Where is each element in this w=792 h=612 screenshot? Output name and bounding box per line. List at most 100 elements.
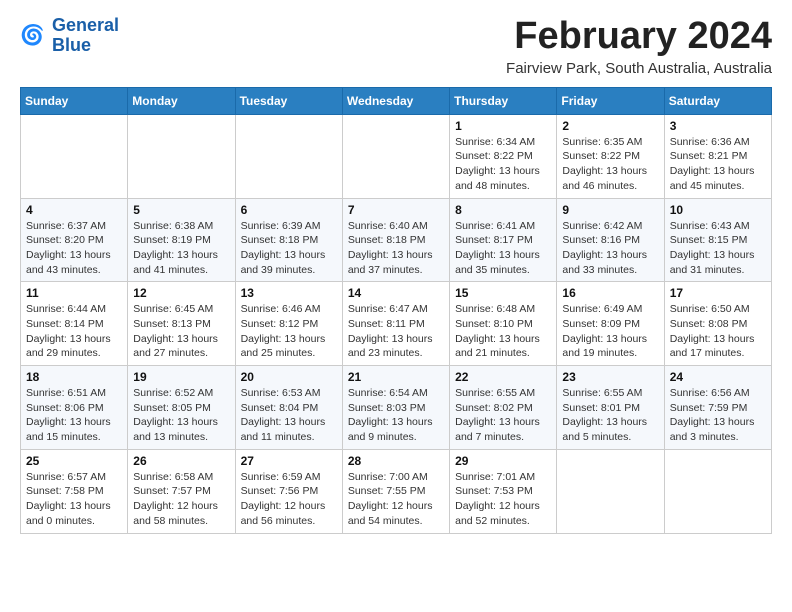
location-title: Fairview Park, South Australia, Australi… <box>506 60 772 77</box>
calendar-cell: 3Sunrise: 6:36 AMSunset: 8:21 PMDaylight… <box>664 114 771 198</box>
day-info: Sunrise: 6:41 AMSunset: 8:17 PMDaylight:… <box>455 219 551 278</box>
calendar-cell <box>342 114 449 198</box>
day-number: 24 <box>670 370 766 384</box>
day-of-week-header: Wednesday <box>342 87 449 114</box>
logo: 🌀 General Blue <box>20 16 119 56</box>
calendar-cell: 26 Sunrise: 6:58 AMSunset: 7:57 PMDayligh… <box>128 449 235 533</box>
day-info: Sunrise: 6:57 AMSunset: 7:58 PMDaylight:… <box>26 470 122 529</box>
calendar-cell: 28 Sunrise: 7:00 AMSunset: 7:55 PMDayligh… <box>342 449 449 533</box>
day-number: 8 <box>455 203 551 217</box>
day-info: Sunrise: 6:35 AMSunset: 8:22 PMDaylight:… <box>562 135 658 194</box>
day-of-week-header: Sunday <box>21 87 128 114</box>
calendar-cell: 1 Sunrise: 6:34 AMSunset: 8:22 PMDaylight… <box>450 114 557 198</box>
svg-text:🌀: 🌀 <box>20 22 44 46</box>
day-number: 25 <box>26 454 122 468</box>
logo-icon: 🌀 <box>20 22 48 50</box>
calendar-week-row: 18 Sunrise: 6:51 AMSunset: 8:06 PMDayligh… <box>21 366 772 450</box>
day-of-week-header: Thursday <box>450 87 557 114</box>
day-number: 26 <box>133 454 229 468</box>
day-info: Sunrise: 6:42 AMSunset: 8:16 PMDaylight:… <box>562 219 658 278</box>
day-number: 14 <box>348 286 444 300</box>
day-info: Sunrise: 6:44 AMSunset: 8:14 PMDaylight:… <box>26 302 122 361</box>
page-header: 🌀 General Blue February 2024 Fairview Pa… <box>20 16 772 77</box>
day-info: Sunrise: 6:55 AMSunset: 8:02 PMDaylight:… <box>455 386 551 445</box>
day-info: Sunrise: 6:40 AMSunset: 8:18 PMDaylight:… <box>348 219 444 278</box>
calendar-week-row: 4 Sunrise: 6:37 AMSunset: 8:20 PMDaylight… <box>21 198 772 282</box>
calendar-cell: 5Sunrise: 6:38 AMSunset: 8:19 PMDaylight… <box>128 198 235 282</box>
calendar-cell: 23Sunrise: 6:55 AMSunset: 8:01 PMDayligh… <box>557 366 664 450</box>
day-number: 4 <box>26 203 122 217</box>
calendar-table: SundayMondayTuesdayWednesdayThursdayFrid… <box>20 87 772 534</box>
day-number: 27 <box>241 454 337 468</box>
day-info: Sunrise: 6:39 AMSunset: 8:18 PMDaylight:… <box>241 219 337 278</box>
calendar-cell: 6 Sunrise: 6:39 AMSunset: 8:18 PMDaylight… <box>235 198 342 282</box>
day-info: Sunrise: 7:00 AMSunset: 7:55 PMDaylight:… <box>348 470 444 529</box>
calendar-week-row: 25 Sunrise: 6:57 AMSunset: 7:58 PMDayligh… <box>21 449 772 533</box>
day-number: 1 <box>455 119 551 133</box>
logo-text: General Blue <box>52 16 119 56</box>
calendar-cell: 13Sunrise: 6:46 AMSunset: 8:12 PMDayligh… <box>235 282 342 366</box>
day-number: 10 <box>670 203 766 217</box>
calendar-cell <box>128 114 235 198</box>
day-of-week-header: Friday <box>557 87 664 114</box>
calendar-cell <box>235 114 342 198</box>
day-number: 16 <box>562 286 658 300</box>
calendar-cell: 12 Sunrise: 6:45 AMSunset: 8:13 PMDayligh… <box>128 282 235 366</box>
day-number: 6 <box>241 203 337 217</box>
calendar-cell: 27 Sunrise: 6:59 AMSunset: 7:56 PMDayligh… <box>235 449 342 533</box>
calendar-cell: 16 Sunrise: 6:49 AMSunset: 8:09 PMDayligh… <box>557 282 664 366</box>
calendar-cell: 9 Sunrise: 6:42 AMSunset: 8:16 PMDaylight… <box>557 198 664 282</box>
day-of-week-header: Monday <box>128 87 235 114</box>
day-of-week-header: Tuesday <box>235 87 342 114</box>
day-number: 19 <box>133 370 229 384</box>
day-info: Sunrise: 6:50 AMSunset: 8:08 PMDaylight:… <box>670 302 766 361</box>
day-number: 11 <box>26 286 122 300</box>
day-info: Sunrise: 6:45 AMSunset: 8:13 PMDaylight:… <box>133 302 229 361</box>
calendar-cell <box>21 114 128 198</box>
day-number: 2 <box>562 119 658 133</box>
calendar-cell <box>664 449 771 533</box>
month-title: February 2024 <box>506 16 772 58</box>
day-number: 22 <box>455 370 551 384</box>
calendar-cell: 22 Sunrise: 6:55 AMSunset: 8:02 PMDayligh… <box>450 366 557 450</box>
day-info: Sunrise: 6:56 AMSunset: 7:59 PMDaylight:… <box>670 386 766 445</box>
calendar-cell: 20Sunrise: 6:53 AMSunset: 8:04 PMDayligh… <box>235 366 342 450</box>
day-info: Sunrise: 6:54 AMSunset: 8:03 PMDaylight:… <box>348 386 444 445</box>
calendar-cell: 2 Sunrise: 6:35 AMSunset: 8:22 PMDaylight… <box>557 114 664 198</box>
calendar-cell <box>557 449 664 533</box>
day-number: 7 <box>348 203 444 217</box>
day-info: Sunrise: 6:43 AMSunset: 8:15 PMDaylight:… <box>670 219 766 278</box>
day-info: Sunrise: 6:59 AMSunset: 7:56 PMDaylight:… <box>241 470 337 529</box>
day-number: 15 <box>455 286 551 300</box>
calendar-week-row: 1 Sunrise: 6:34 AMSunset: 8:22 PMDaylight… <box>21 114 772 198</box>
calendar-cell: 29 Sunrise: 7:01 AMSunset: 7:53 PMDayligh… <box>450 449 557 533</box>
day-info: Sunrise: 7:01 AMSunset: 7:53 PMDaylight:… <box>455 470 551 529</box>
calendar-cell: 18 Sunrise: 6:51 AMSunset: 8:06 PMDayligh… <box>21 366 128 450</box>
day-number: 29 <box>455 454 551 468</box>
day-info: Sunrise: 6:51 AMSunset: 8:06 PMDaylight:… <box>26 386 122 445</box>
day-number: 9 <box>562 203 658 217</box>
day-info: Sunrise: 6:58 AMSunset: 7:57 PMDaylight:… <box>133 470 229 529</box>
calendar-cell: 14 Sunrise: 6:47 AMSunset: 8:11 PMDayligh… <box>342 282 449 366</box>
calendar-week-row: 11 Sunrise: 6:44 AMSunset: 8:14 PMDayligh… <box>21 282 772 366</box>
calendar-cell: 17 Sunrise: 6:50 AMSunset: 8:08 PMDayligh… <box>664 282 771 366</box>
day-info: Sunrise: 6:37 AMSunset: 8:20 PMDaylight:… <box>26 219 122 278</box>
calendar-cell: 21 Sunrise: 6:54 AMSunset: 8:03 PMDayligh… <box>342 366 449 450</box>
day-info: Sunrise: 6:49 AMSunset: 8:09 PMDaylight:… <box>562 302 658 361</box>
calendar-cell: 11 Sunrise: 6:44 AMSunset: 8:14 PMDayligh… <box>21 282 128 366</box>
calendar-cell: 25 Sunrise: 6:57 AMSunset: 7:58 PMDayligh… <box>21 449 128 533</box>
calendar-cell: 24 Sunrise: 6:56 AMSunset: 7:59 PMDayligh… <box>664 366 771 450</box>
day-number: 17 <box>670 286 766 300</box>
day-number: 21 <box>348 370 444 384</box>
day-info: Sunrise: 6:48 AMSunset: 8:10 PMDaylight:… <box>455 302 551 361</box>
day-number: 18 <box>26 370 122 384</box>
day-info: Sunrise: 6:52 AMSunset: 8:05 PMDaylight:… <box>133 386 229 445</box>
day-info: Sunrise: 6:38 AMSunset: 8:19 PMDaylight:… <box>133 219 229 278</box>
day-number: 13 <box>241 286 337 300</box>
day-number: 12 <box>133 286 229 300</box>
day-number: 28 <box>348 454 444 468</box>
day-info: Sunrise: 6:36 AMSunset: 8:21 PMDaylight:… <box>670 135 766 194</box>
calendar-cell: 10 Sunrise: 6:43 AMSunset: 8:15 PMDayligh… <box>664 198 771 282</box>
day-info: Sunrise: 6:34 AMSunset: 8:22 PMDaylight:… <box>455 135 551 194</box>
day-info: Sunrise: 6:47 AMSunset: 8:11 PMDaylight:… <box>348 302 444 361</box>
